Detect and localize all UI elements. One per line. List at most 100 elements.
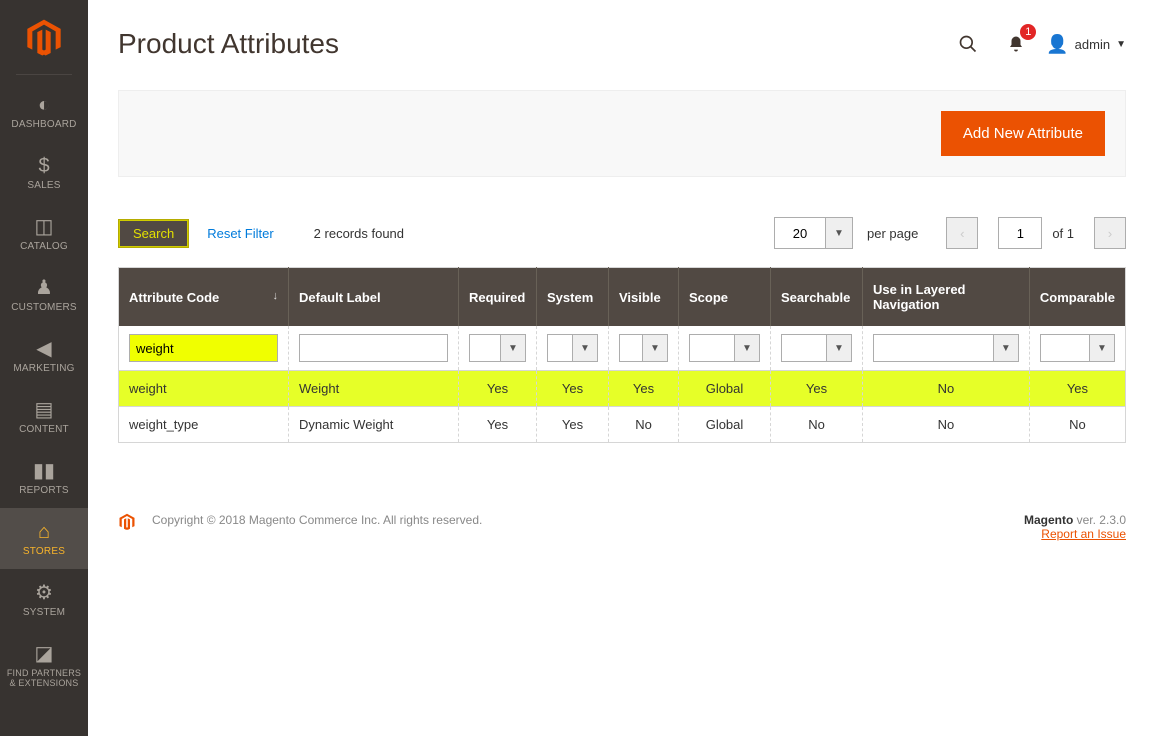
- page-of-label: of 1: [1052, 226, 1074, 241]
- cell-required: Yes: [459, 371, 537, 407]
- sidebar: ◐DASHBOARD $SALES ◫CATALOG ♟CUSTOMERS ◀M…: [0, 0, 88, 736]
- chevron-down-icon: ▼: [826, 334, 852, 362]
- magento-label: Magento: [1024, 513, 1073, 527]
- chevron-down-icon: ▼: [500, 334, 526, 362]
- magento-footer-logo-icon: [118, 513, 136, 536]
- layout-icon: ▤: [4, 400, 84, 420]
- cell-layered: No: [863, 407, 1030, 443]
- account-menu[interactable]: 👤 admin ▼: [1046, 34, 1126, 55]
- magento-logo-icon: [24, 18, 64, 58]
- th-attribute-code[interactable]: Attribute Code↓: [119, 268, 289, 327]
- footer: Copyright © 2018 Magento Commerce Inc. A…: [118, 513, 1126, 541]
- table-row[interactable]: weight_type Dynamic Weight Yes Yes No Gl…: [119, 407, 1126, 443]
- per-page-dropdown-toggle[interactable]: ▼: [825, 217, 853, 249]
- sidebar-item-sales[interactable]: $SALES: [0, 142, 88, 203]
- filter-row: ▼ ▼ ▼ ▼ ▼ ▼ ▼: [119, 326, 1126, 371]
- cell-searchable: Yes: [771, 371, 863, 407]
- th-comparable[interactable]: Comparable: [1029, 268, 1125, 327]
- per-page-label: per page: [867, 226, 918, 241]
- sidebar-item-content[interactable]: ▤CONTENT: [0, 386, 88, 447]
- chevron-down-icon: ▼: [572, 334, 598, 362]
- cell-scope: Global: [679, 407, 771, 443]
- notifications-button[interactable]: 1: [998, 26, 1034, 62]
- chevron-down-icon: ▼: [642, 334, 668, 362]
- gear-icon: ⚙: [4, 583, 84, 603]
- next-page-button[interactable]: ›: [1094, 217, 1126, 249]
- gauge-icon: ◐: [4, 95, 84, 115]
- th-scope[interactable]: Scope: [679, 268, 771, 327]
- search-button[interactable]: Search: [118, 219, 189, 248]
- th-system[interactable]: System: [537, 268, 609, 327]
- sidebar-item-catalog[interactable]: ◫CATALOG: [0, 203, 88, 264]
- page-number-input[interactable]: [998, 217, 1042, 249]
- search-icon-button[interactable]: [950, 26, 986, 62]
- caret-down-icon: ▼: [1116, 39, 1126, 50]
- th-layered[interactable]: Use in Layered Navigation: [863, 268, 1030, 327]
- chevron-down-icon: ▼: [734, 334, 760, 362]
- chart-icon: ▮▮: [4, 461, 84, 481]
- prev-page-button[interactable]: ‹: [946, 217, 978, 249]
- cell-searchable: No: [771, 407, 863, 443]
- cell-scope: Global: [679, 371, 771, 407]
- cell-visible: Yes: [609, 371, 679, 407]
- cell-system: Yes: [537, 371, 609, 407]
- add-new-attribute-button[interactable]: Add New Attribute: [941, 111, 1105, 156]
- action-bar: Add New Attribute: [118, 90, 1126, 177]
- filter-scope-select[interactable]: ▼: [689, 334, 760, 362]
- filter-default-label-input[interactable]: [299, 334, 448, 362]
- sidebar-item-dashboard[interactable]: ◐DASHBOARD: [0, 81, 88, 142]
- sidebar-item-stores[interactable]: ⌂STORES: [0, 508, 88, 569]
- sidebar-item-system[interactable]: ⚙SYSTEM: [0, 569, 88, 630]
- chevron-right-icon: ›: [1108, 226, 1112, 241]
- chevron-down-icon: ▼: [993, 334, 1019, 362]
- report-issue-link[interactable]: Report an Issue: [1041, 527, 1126, 541]
- filter-system-select[interactable]: ▼: [547, 334, 598, 362]
- page-title: Product Attributes: [118, 28, 339, 60]
- cell-code: weight: [119, 371, 289, 407]
- box-icon: ◫: [4, 217, 84, 237]
- megaphone-icon: ◀: [4, 339, 84, 359]
- sidebar-item-customers[interactable]: ♟CUSTOMERS: [0, 264, 88, 325]
- filter-layered-select[interactable]: ▼: [873, 334, 1019, 362]
- account-username: admin: [1075, 37, 1110, 52]
- cell-code: weight_type: [119, 407, 289, 443]
- filter-required-select[interactable]: ▼: [469, 334, 526, 362]
- cell-comparable: Yes: [1029, 371, 1125, 407]
- cell-label: Weight: [289, 371, 459, 407]
- table-row[interactable]: weight Weight Yes Yes Yes Global Yes No …: [119, 371, 1126, 407]
- search-icon: [958, 34, 978, 54]
- person-icon: ♟: [4, 278, 84, 298]
- filter-searchable-select[interactable]: ▼: [781, 334, 852, 362]
- avatar-icon: 👤: [1046, 34, 1068, 55]
- th-visible[interactable]: Visible: [609, 268, 679, 327]
- cell-visible: No: [609, 407, 679, 443]
- per-page-input[interactable]: [774, 217, 826, 249]
- filter-visible-select[interactable]: ▼: [619, 334, 668, 362]
- chevron-down-icon: ▼: [1089, 334, 1115, 362]
- cell-required: Yes: [459, 407, 537, 443]
- filter-attribute-code-input[interactable]: [129, 334, 278, 362]
- store-icon: ⌂: [4, 522, 84, 542]
- dollar-icon: $: [4, 156, 84, 176]
- reset-filter-link[interactable]: Reset Filter: [207, 226, 273, 241]
- copyright-text: Copyright © 2018 Magento Commerce Inc. A…: [152, 513, 482, 527]
- th-default-label[interactable]: Default Label: [289, 268, 459, 327]
- filter-comparable-select[interactable]: ▼: [1040, 334, 1115, 362]
- version-label: ver. 2.3.0: [1073, 513, 1126, 527]
- sidebar-item-marketing[interactable]: ◀MARKETING: [0, 325, 88, 386]
- page-header: Product Attributes 1 👤 admin ▼: [118, 0, 1126, 90]
- th-searchable[interactable]: Searchable: [771, 268, 863, 327]
- cell-comparable: No: [1029, 407, 1125, 443]
- cell-label: Dynamic Weight: [289, 407, 459, 443]
- sidebar-item-reports[interactable]: ▮▮REPORTS: [0, 447, 88, 508]
- sidebar-item-partners[interactable]: ◪FIND PARTNERS & EXTENSIONS: [0, 630, 88, 700]
- cell-layered: No: [863, 371, 1030, 407]
- th-required[interactable]: Required: [459, 268, 537, 327]
- attributes-table: Attribute Code↓ Default Label Required S…: [118, 267, 1126, 443]
- cell-system: Yes: [537, 407, 609, 443]
- records-found-label: 2 records found: [314, 226, 404, 241]
- notification-badge: 1: [1020, 24, 1036, 40]
- sort-desc-icon: ↓: [273, 290, 279, 302]
- blocks-icon: ◪: [4, 644, 84, 664]
- grid-controls: Search Reset Filter 2 records found ▼ pe…: [118, 217, 1126, 249]
